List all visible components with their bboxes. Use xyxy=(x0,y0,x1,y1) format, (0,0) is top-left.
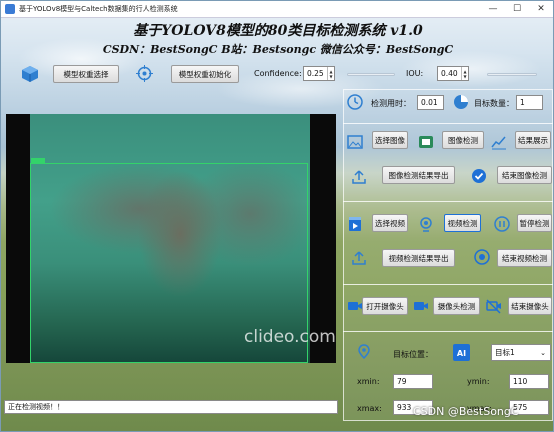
model-init-button[interactable]: 模型权重初始化 xyxy=(171,65,239,83)
target-icon xyxy=(136,65,153,82)
end-image-detect-button[interactable]: 结束图像检测 xyxy=(497,166,552,184)
export-video-results-button[interactable]: 视频检测结果导出 xyxy=(382,249,455,267)
video-watermark: clideo.com xyxy=(244,327,336,347)
app-icon xyxy=(5,4,15,14)
detection-label xyxy=(31,158,45,163)
iou-label: IOU: xyxy=(406,69,424,78)
location-pin-icon xyxy=(358,344,370,360)
stop-circle-icon xyxy=(474,249,490,265)
model-select-button[interactable]: 模型权重选择 xyxy=(53,65,119,83)
cube-icon xyxy=(22,66,38,82)
end-camera-button[interactable]: 结束摄像头 xyxy=(508,297,552,315)
status-bar: 正在检测视频！！ xyxy=(4,400,338,414)
ymin-label: ymin: xyxy=(467,377,490,386)
svg-text:AI: AI xyxy=(457,349,466,358)
xmax-label: xmax: xyxy=(357,404,382,413)
ymin-field: 110 xyxy=(509,374,549,389)
camera-detect-button[interactable]: 摄像头检测 xyxy=(433,297,480,315)
image-detect-button[interactable]: 图像检测 xyxy=(442,131,484,149)
upload-icon xyxy=(352,251,366,265)
divider xyxy=(343,123,553,124)
count-field: 1 xyxy=(516,95,543,110)
export-image-results-button[interactable]: 图像检测结果导出 xyxy=(382,166,455,184)
video-detect-button[interactable]: 视频检测 xyxy=(444,214,481,232)
xmin-label: xmin: xyxy=(357,377,380,386)
app-title: 基于YOLOV8模型的80类目标检测系统 v1.0 xyxy=(133,23,423,39)
divider xyxy=(343,284,553,285)
webcam-icon xyxy=(420,217,432,232)
app-subtitle: CSDN：BestSongC B站：Bestsongc 微信公众号：BestSo… xyxy=(102,43,454,56)
chevron-down-icon: ⌄ xyxy=(540,348,546,357)
ai-icon: AI xyxy=(453,344,470,361)
divider xyxy=(343,331,553,332)
end-video-detect-button[interactable]: 结束视频检测 xyxy=(497,249,552,267)
confidence-spinbox[interactable]: 0.25 ▲ ▼ xyxy=(303,66,335,81)
app-window: 基于YOLOv8模型与Caltech数据集的行人检测系统 — ☐ ✕ 基于YOL… xyxy=(0,0,554,432)
iou-spin-arrows[interactable]: ▲ ▼ xyxy=(461,67,468,80)
camera-off-icon xyxy=(486,299,501,314)
count-label: 目标数量： xyxy=(474,99,514,108)
select-image-button[interactable]: 选择图像 xyxy=(372,131,408,149)
pause-detect-button[interactable]: 暂停检测 xyxy=(517,214,552,232)
image-detect-icon xyxy=(419,136,433,148)
check-circle-icon xyxy=(472,169,486,183)
iou-slider[interactable] xyxy=(487,73,537,76)
video-file-icon xyxy=(349,217,361,231)
chart-line-icon xyxy=(491,136,506,150)
select-video-button[interactable]: 选择视频 xyxy=(372,214,408,232)
confidence-spin-arrows[interactable]: ▲ ▼ xyxy=(327,67,334,80)
time-field: 0.01 xyxy=(417,95,444,110)
show-results-button[interactable]: 结果展示 xyxy=(515,131,551,149)
pie-chart-icon xyxy=(454,95,468,109)
target-select-value: 目标1 xyxy=(495,348,515,357)
iou-value: 0.40 xyxy=(441,69,458,78)
confidence-value: 0.25 xyxy=(307,69,324,78)
window-title: 基于YOLOv8模型与Caltech数据集的行人检测系统 xyxy=(19,5,178,13)
upload-icon xyxy=(352,170,366,184)
open-camera-button[interactable]: 打开摄像头 xyxy=(362,297,408,315)
confidence-slider[interactable] xyxy=(347,73,395,76)
confidence-label: Confidence: xyxy=(254,69,302,78)
pause-icon xyxy=(494,216,510,232)
maximize-button[interactable]: ☐ xyxy=(505,1,529,17)
xmin-field: 79 xyxy=(393,374,433,389)
image-icon xyxy=(347,135,363,149)
iou-spinbox[interactable]: 0.40 ▲ ▼ xyxy=(437,66,469,81)
title-bar: 基于YOLOv8模型与Caltech数据集的行人检测系统 — ☐ ✕ xyxy=(1,1,553,18)
target-position-label: 目标位置： xyxy=(393,350,433,359)
video-camera-icon xyxy=(414,302,428,310)
camera-icon xyxy=(348,302,362,310)
time-label: 检测用时： xyxy=(371,99,411,108)
divider xyxy=(343,201,553,202)
minimize-button[interactable]: — xyxy=(481,1,505,17)
csdn-watermark: CSDN @BestSongC xyxy=(413,405,519,418)
clock-icon xyxy=(347,94,363,110)
close-button[interactable]: ✕ xyxy=(529,1,553,17)
target-select[interactable]: 目标1 ⌄ xyxy=(491,344,551,361)
